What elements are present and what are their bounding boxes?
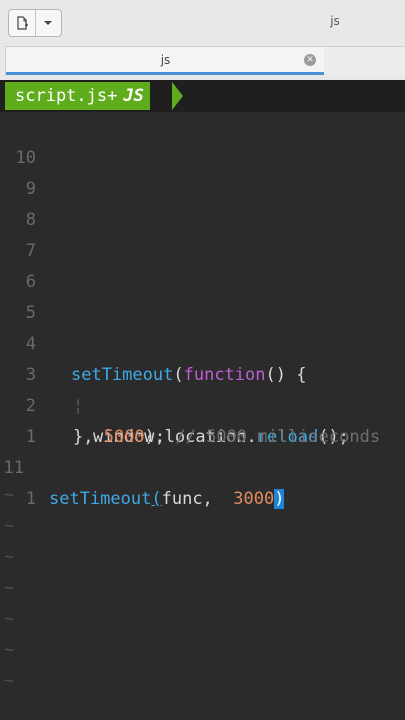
code-line: 6 (0, 236, 405, 292)
code-line: 10 (0, 112, 405, 168)
filename-badge-arrow (172, 82, 183, 110)
empty-line-marker: ~ (4, 671, 15, 691)
empty-line-marker: ~ (4, 547, 15, 567)
code-line: 7 (0, 205, 405, 261)
dropdown-button[interactable] (34, 10, 62, 36)
code-token: func, (161, 489, 234, 509)
code-line-current: 11 setTimeout(func, 3000) (0, 422, 405, 509)
code-token: 3000 (233, 489, 275, 509)
empty-line-marker: ~ (4, 516, 15, 536)
empty-line-marker: ~ (4, 578, 15, 598)
window-header: js js ✕ (0, 0, 405, 81)
new-file-button-group (8, 9, 62, 37)
empty-line-marker: ~ (4, 485, 15, 505)
new-document-icon (17, 16, 28, 30)
new-document-button[interactable] (9, 10, 35, 36)
file-status-line: script.js+ JS (0, 80, 405, 112)
window-title: js (330, 14, 340, 28)
code-line: 5 (0, 267, 405, 323)
code-line: 3 ¦ window.location.reload(); (0, 329, 405, 447)
code-line: 4 setTimeout(function() { (0, 298, 405, 385)
code-line: 1 (0, 391, 405, 447)
close-circle-icon[interactable]: ✕ (304, 54, 316, 66)
code-line: 8 (0, 174, 405, 230)
tab-js[interactable]: js ✕ (5, 46, 326, 75)
tab-bar-empty-area (324, 46, 405, 75)
filename: script.js+ (15, 86, 118, 106)
code-token: setTimeout (49, 489, 152, 509)
code-token: ( (151, 489, 162, 509)
chevron-down-icon (44, 21, 53, 25)
filetype-label: JS (123, 86, 144, 106)
code-text: setTimeout(func, 3000) (49, 484, 285, 515)
empty-line-marker: ~ (4, 640, 15, 660)
filename-badge: script.js+ JS (5, 82, 150, 110)
tab-label: js (160, 53, 171, 67)
tab-active-indicator (6, 72, 325, 75)
code-line: 9 (0, 143, 405, 199)
code-editor[interactable]: 10 9 8 7 6 5 4 setTimeout(function() { 3… (0, 112, 405, 720)
empty-line-marker: ~ (4, 609, 15, 629)
code-line: 1 (0, 453, 405, 509)
code-line: 2 }, 5000); // 5000 milliseconds (0, 360, 405, 447)
text-cursor: ) (274, 489, 285, 509)
